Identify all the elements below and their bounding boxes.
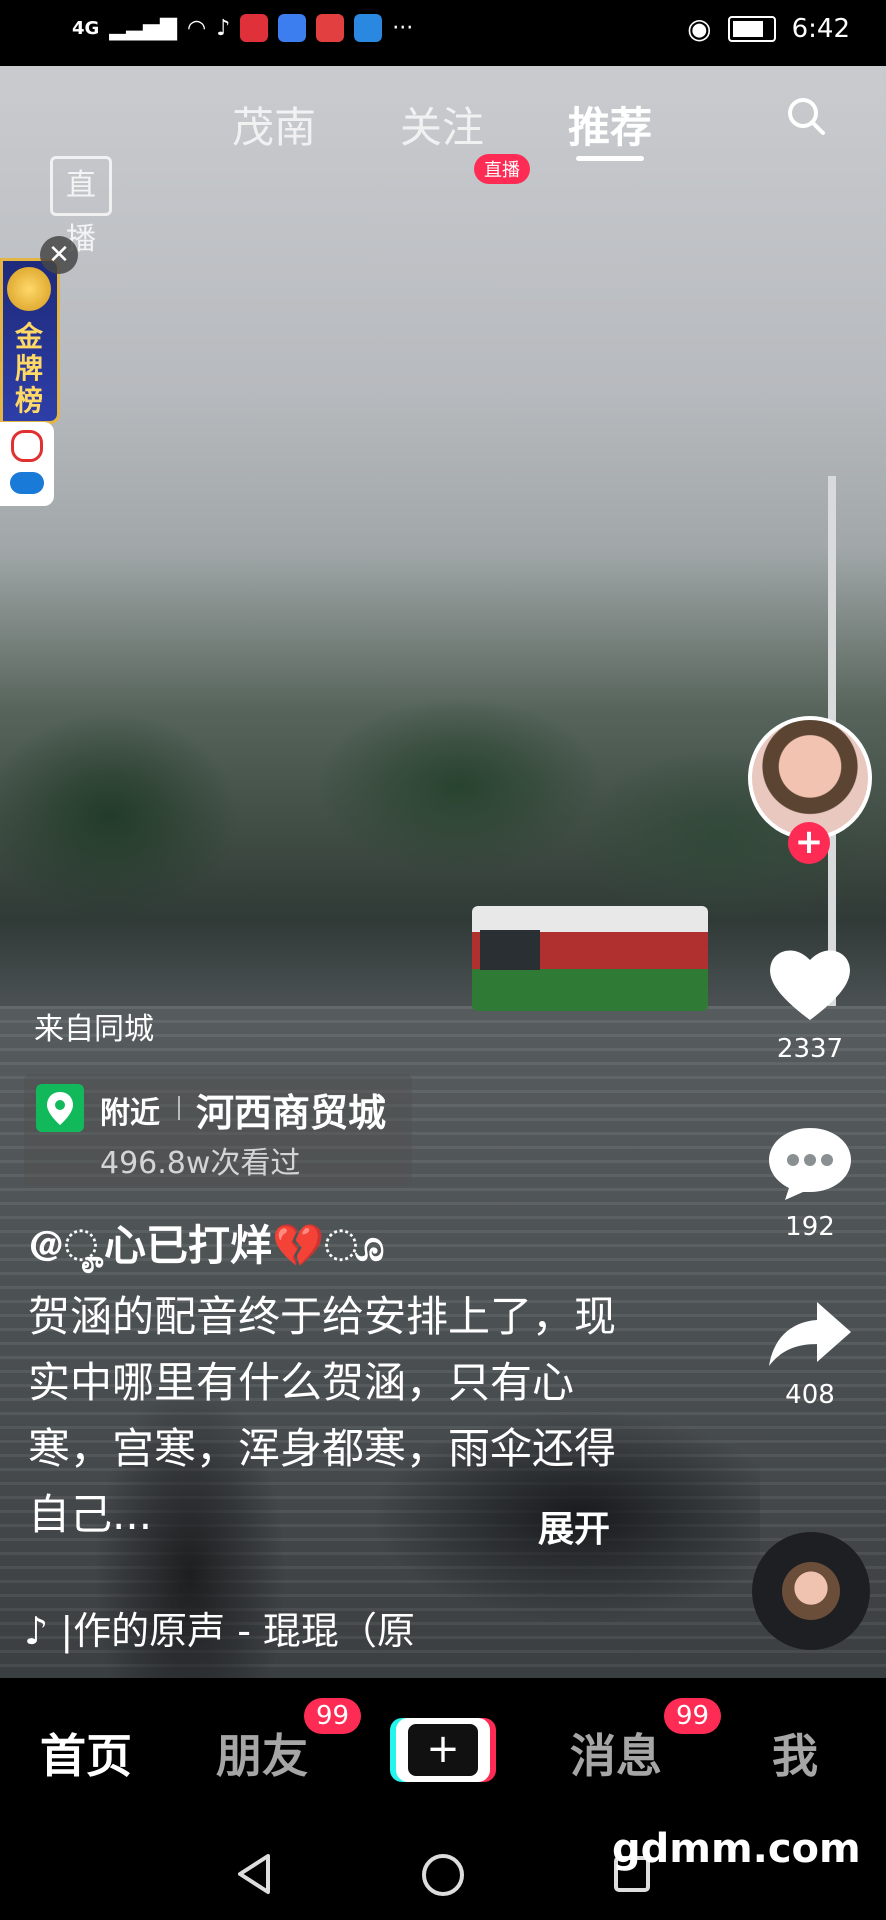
music-disc[interactable]: [752, 1532, 870, 1650]
share-icon: [769, 1302, 851, 1366]
gold-board-title: 金牌榜: [14, 320, 43, 417]
nav-home[interactable]: 首页: [40, 1720, 132, 1786]
bottom-nav: 首页 朋友 99 + 消息 99 我: [0, 1678, 886, 1832]
tab-recommend[interactable]: 推荐: [568, 94, 652, 155]
music-cover: [782, 1562, 840, 1620]
messages-badge: 99: [664, 1698, 722, 1734]
location-pin-icon: [36, 1084, 84, 1132]
author-name[interactable]: @ೄ心已打烊💔ೂ: [28, 1212, 384, 1273]
live-icon[interactable]: 直播: [50, 156, 112, 257]
nav-messages[interactable]: 消息: [570, 1720, 662, 1786]
expand-button[interactable]: 展开: [538, 1500, 610, 1552]
friends-badge: 99: [304, 1698, 362, 1734]
bus: [472, 906, 708, 1011]
like-button[interactable]: 2337: [760, 944, 860, 1064]
more-icon: ···: [392, 15, 414, 41]
medal-icon: [7, 267, 51, 311]
active-tab-indicator: [576, 156, 644, 161]
plus-icon: +: [408, 1724, 478, 1776]
share-button[interactable]: 408: [760, 1298, 860, 1410]
follow-button[interactable]: +: [788, 822, 830, 864]
app-icon: [240, 14, 269, 42]
signal-icon: 4G: [72, 17, 100, 39]
phone-screen: 4G ▂▃▅▇ ◠ ♪ ··· ◉ 6:42 直播 茂南 关注 直播 推荐 金牌…: [0, 0, 886, 1920]
tiktok-app-icon: ♪: [216, 15, 231, 41]
create-button[interactable]: +: [396, 1718, 490, 1782]
from-same-city-label: 来自同城: [34, 1012, 154, 1047]
music-app-icon: [278, 14, 307, 42]
heart-icon: [770, 950, 850, 1020]
eye-icon: ◉: [687, 12, 712, 45]
share-count: 408: [785, 1380, 835, 1410]
comment-button[interactable]: 192: [760, 1122, 860, 1242]
search-icon[interactable]: [786, 96, 826, 136]
tab-following[interactable]: 关注: [400, 94, 484, 155]
comment-count: 192: [785, 1212, 835, 1242]
wifi-icon: ◠: [187, 15, 207, 41]
poi-name: 河西商贸城: [196, 1091, 387, 1135]
nav-friends[interactable]: 朋友: [216, 1720, 308, 1786]
live-badge: 直播: [474, 154, 530, 184]
watermark: gdmm.com: [612, 1826, 861, 1872]
nav-me[interactable]: 我: [772, 1720, 818, 1786]
browser-app-icon: [354, 14, 383, 42]
music-title[interactable]: ♪ |作的原声 - 琨琨（原: [24, 1600, 415, 1655]
close-icon[interactable]: ✕: [40, 236, 78, 274]
clock: 6:42: [791, 13, 850, 44]
poi-view-count: 496.8w次看过: [100, 1146, 301, 1181]
huawei-app-icon: [316, 14, 345, 42]
sponsor-logo[interactable]: [0, 422, 54, 506]
battery-icon: [727, 15, 776, 42]
signal-bars-icon: ▂▃▅▇: [109, 15, 177, 41]
comment-icon: [769, 1128, 851, 1200]
like-count: 2337: [776, 1034, 844, 1064]
status-bar: 4G ▂▃▅▇ ◠ ♪ ··· ◉ 6:42: [0, 0, 886, 66]
back-icon[interactable]: [234, 1852, 274, 1896]
top-tab-bar: 直播 茂南 关注 直播 推荐: [0, 66, 886, 257]
poi-divider: [178, 1096, 180, 1120]
poi-nearby-label: 附近: [100, 1096, 160, 1131]
home-icon[interactable]: [420, 1852, 466, 1898]
trees-scene: [0, 666, 886, 1006]
poi-card[interactable]: 附近 河西商贸城 496.8w次看过: [24, 1074, 412, 1186]
tab-local[interactable]: 茂南: [232, 94, 316, 155]
gold-medal-board[interactable]: 金牌榜: [0, 258, 60, 424]
